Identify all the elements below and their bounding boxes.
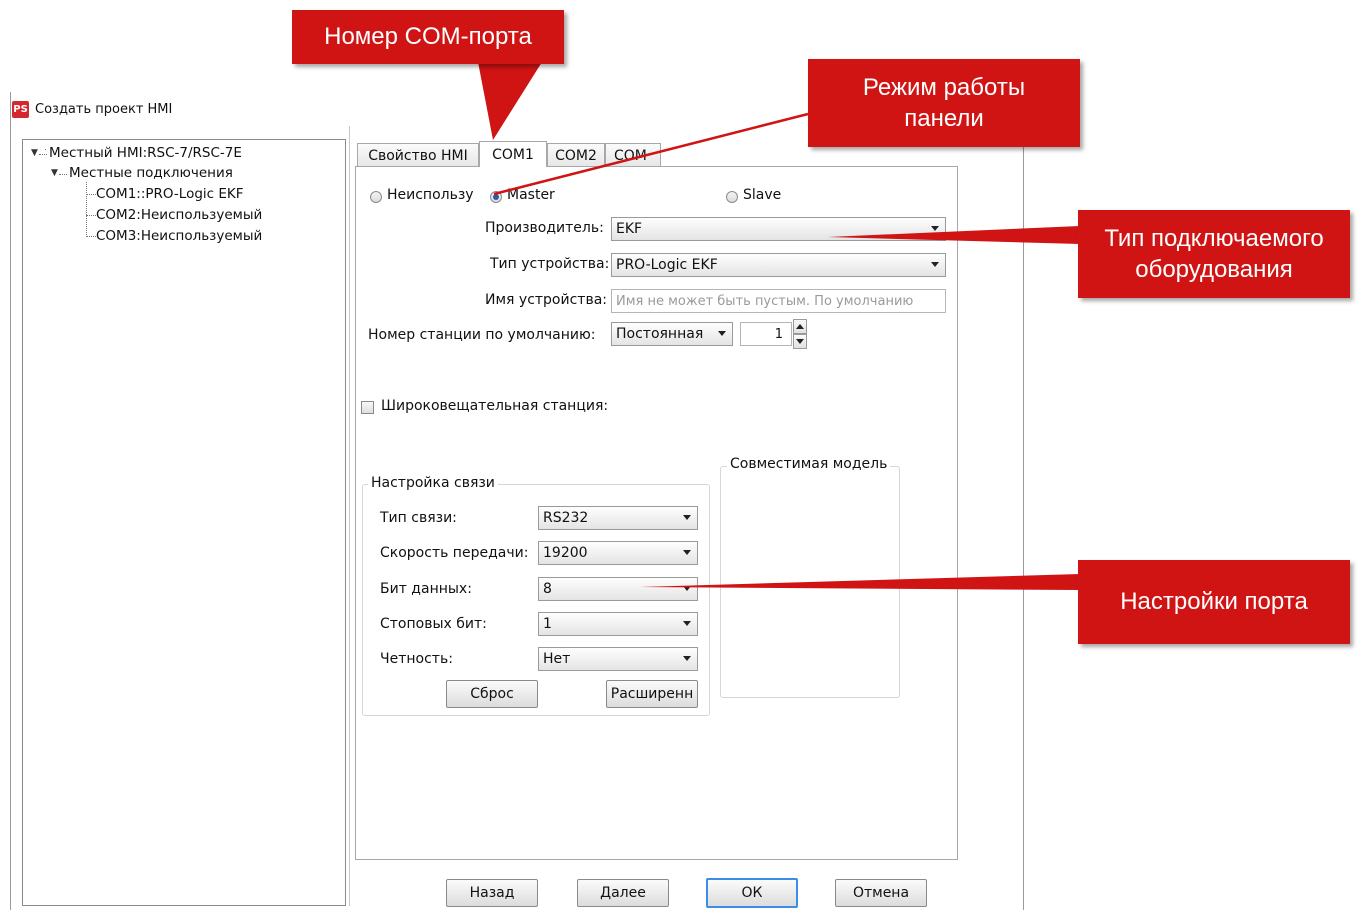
callout-port-settings: Настройки порта: [1078, 560, 1350, 644]
equipment-pointer: [828, 226, 1080, 244]
com-port-pointer: [478, 62, 542, 140]
tab-com1[interactable]: COM1: [479, 141, 547, 167]
callout-com-port: Номер COM-порта: [292, 10, 564, 64]
port-settings-pointer: [640, 574, 1080, 590]
callout-equipment-type: Тип подключаемого оборудования: [1078, 210, 1350, 298]
callout-panel-mode: Режим работы панели: [808, 59, 1080, 147]
callout-pointers: [478, 62, 1080, 590]
